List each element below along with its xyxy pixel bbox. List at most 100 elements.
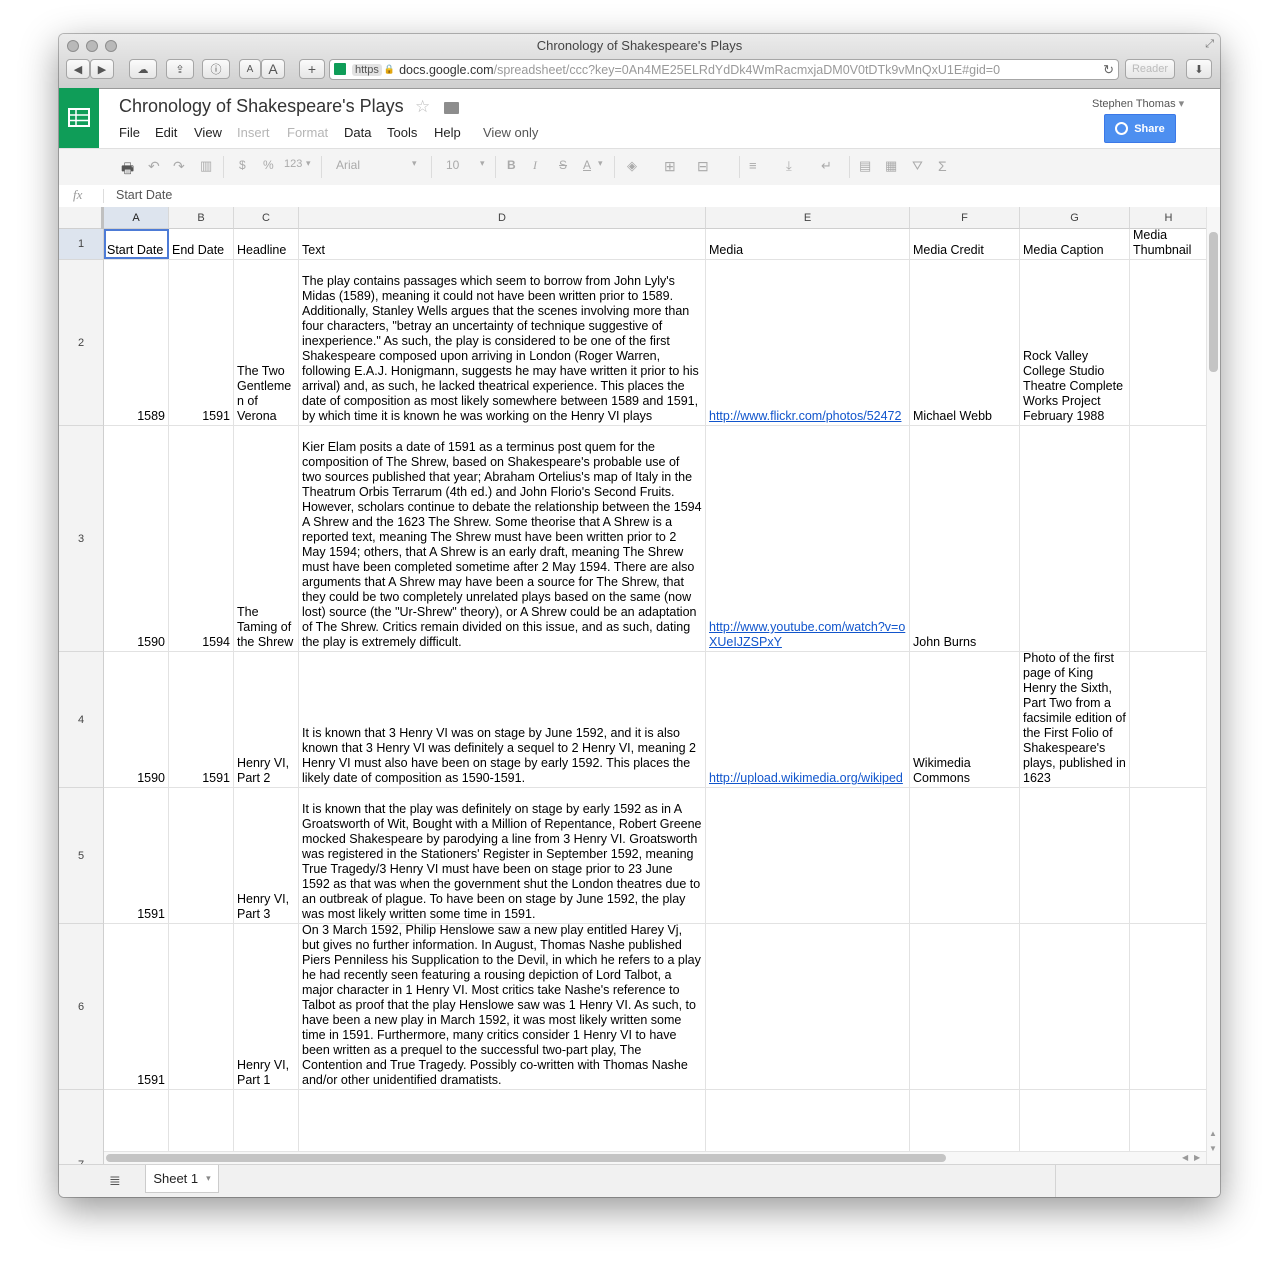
reader-button[interactable]: Reader: [1125, 59, 1175, 79]
scroll-right-icon[interactable]: ▶: [1194, 1153, 1200, 1162]
cell-h2[interactable]: [1130, 260, 1208, 425]
menu-help[interactable]: Help: [434, 125, 461, 140]
cell-h5[interactable]: [1130, 788, 1208, 923]
cell-g6[interactable]: [1020, 924, 1130, 1089]
align-left-icon[interactable]: ≡: [749, 158, 757, 173]
cell-c1[interactable]: Headline: [234, 229, 299, 259]
cell-c3[interactable]: The Taming of the Shrew: [234, 426, 299, 651]
cell-a1[interactable]: Start Date: [104, 229, 169, 259]
cell-b2[interactable]: 1591: [169, 260, 234, 425]
cell-b6[interactable]: [169, 924, 234, 1089]
sheet-tab[interactable]: Sheet 1 ▾: [145, 1165, 219, 1193]
cell-b5[interactable]: [169, 788, 234, 923]
cell-d1[interactable]: Text: [299, 229, 706, 259]
row-header[interactable]: 2: [59, 260, 104, 426]
chevron-down-icon[interactable]: ▾: [598, 158, 603, 169]
cell-a6[interactable]: 1591: [104, 924, 169, 1089]
horizontal-scrollbar[interactable]: ◀ ▶: [104, 1151, 1206, 1165]
folder-icon[interactable]: [444, 102, 459, 114]
cell-d4[interactable]: It is known that 3 Henry VI was on stage…: [299, 652, 706, 787]
scroll-up-icon[interactable]: ▲: [1209, 1129, 1217, 1138]
downloads-icon[interactable]: ⬇: [1186, 59, 1212, 79]
menu-edit[interactable]: Edit: [155, 125, 177, 140]
strikethrough-button[interactable]: S: [559, 158, 567, 172]
menu-file[interactable]: File: [119, 125, 140, 140]
merge-cells-icon[interactable]: ⊟: [697, 158, 709, 175]
forward-button[interactable]: ▶: [90, 59, 114, 79]
column-header-g[interactable]: G: [1020, 207, 1130, 229]
cell-f1[interactable]: Media Credit: [910, 229, 1020, 259]
cell-f5[interactable]: [910, 788, 1020, 923]
vertical-scrollbar[interactable]: ▲ ▼: [1206, 207, 1220, 1164]
cell-g1[interactable]: Media Caption: [1020, 229, 1130, 259]
number-format-button[interactable]: 123: [284, 158, 302, 170]
cell-d6[interactable]: On 3 March 1592, Philip Henslowe saw a n…: [299, 924, 706, 1089]
redo-icon[interactable]: ↷: [173, 158, 185, 175]
cell-e3[interactable]: http://www.youtube.com/watch?v=oXUeIJZSP…: [706, 426, 910, 651]
row-header[interactable]: 5: [59, 788, 104, 924]
row-header[interactable]: 6: [59, 924, 104, 1090]
cell-c6[interactable]: Henry VI, Part 1: [234, 924, 299, 1089]
filter-icon[interactable]: ⛛: [912, 158, 923, 174]
cell-h3[interactable]: [1130, 426, 1208, 651]
column-header-c[interactable]: C: [234, 207, 299, 229]
select-all-corner[interactable]: [59, 207, 104, 229]
cell-f6[interactable]: [910, 924, 1020, 1089]
reload-icon[interactable]: ↻: [1100, 62, 1114, 78]
cell-b4[interactable]: 1591: [169, 652, 234, 787]
cell-d5[interactable]: It is known that the play was definitely…: [299, 788, 706, 923]
cell-h1[interactable]: Media Thumbnail: [1130, 229, 1208, 259]
wrap-text-icon[interactable]: ↵: [821, 158, 832, 174]
cell-e4[interactable]: http://upload.wikimedia.org/wikiped: [706, 652, 910, 787]
column-header-h[interactable]: H: [1130, 207, 1208, 229]
cell-e6[interactable]: [706, 924, 910, 1089]
currency-format-button[interactable]: $: [239, 158, 246, 172]
vertical-scroll-thumb[interactable]: [1209, 232, 1218, 372]
cell-g4[interactable]: Photo of the first page of King Henry th…: [1020, 652, 1130, 787]
media-link[interactable]: http://www.flickr.com/photos/52472: [709, 409, 906, 424]
cell-g5[interactable]: [1020, 788, 1130, 923]
column-header-a[interactable]: A: [104, 207, 169, 229]
cell-f3[interactable]: John Burns: [910, 426, 1020, 651]
row-header[interactable]: 4: [59, 652, 104, 788]
chevron-down-icon[interactable]: ▾: [480, 158, 485, 169]
cell-b1[interactable]: End Date: [169, 229, 234, 259]
menu-view[interactable]: View: [194, 125, 222, 140]
column-header-b[interactable]: B: [169, 207, 234, 229]
sheets-logo-icon[interactable]: [59, 88, 99, 148]
cell-d2[interactable]: The play contains passages which seem to…: [299, 260, 706, 425]
column-header-e[interactable]: E: [706, 207, 910, 229]
cell-d3[interactable]: Kier Elam posits a date of 1591 as a ter…: [299, 426, 706, 651]
cell-e2[interactable]: http://www.flickr.com/photos/52472: [706, 260, 910, 425]
cell-h6[interactable]: [1130, 924, 1208, 1089]
vertical-align-icon[interactable]: ⤓: [786, 158, 792, 174]
borders-icon[interactable]: ⊞: [664, 158, 676, 175]
chart-icon[interactable]: ▦: [885, 158, 897, 174]
row-header[interactable]: 7: [59, 1090, 104, 1164]
cell-c2[interactable]: The Two Gentlemen of Verona: [234, 260, 299, 425]
user-account[interactable]: Stephen Thomas ▾: [1092, 97, 1184, 110]
spreadsheet-grid[interactable]: A B C D E F G H 1 Start Date End Date Headline Text M…: [59, 207, 1220, 1164]
menu-data[interactable]: Data: [344, 125, 371, 140]
chevron-down-icon[interactable]: ▾: [206, 1173, 211, 1184]
cell-b3[interactable]: 1594: [169, 426, 234, 651]
chevron-down-icon[interactable]: ▾: [306, 158, 311, 169]
column-header-d[interactable]: D: [299, 207, 706, 229]
fill-color-icon[interactable]: ◈: [627, 158, 637, 174]
menu-tools[interactable]: Tools: [387, 125, 417, 140]
icloud-tabs-icon[interactable]: ☁: [129, 59, 157, 79]
cell-c5[interactable]: Henry VI, Part 3: [234, 788, 299, 923]
cell-e5[interactable]: [706, 788, 910, 923]
text-smaller-icon[interactable]: A: [239, 59, 261, 79]
cell-a4[interactable]: 1590: [104, 652, 169, 787]
functions-icon[interactable]: Σ: [938, 158, 947, 174]
undo-icon[interactable]: ↶: [148, 158, 160, 175]
cell-f4[interactable]: Wikimedia Commons: [910, 652, 1020, 787]
media-link[interactable]: http://upload.wikimedia.org/wikiped: [709, 771, 906, 786]
address-bar[interactable]: https 🔒 docs.google.com /spreadsheet/ccc…: [329, 59, 1119, 80]
cell-e1[interactable]: Media: [706, 229, 910, 259]
italic-button[interactable]: I: [533, 158, 537, 173]
info-icon[interactable]: ⓘ: [202, 59, 230, 79]
formula-input[interactable]: Start Date: [116, 188, 172, 202]
cell-g3[interactable]: [1020, 426, 1130, 651]
